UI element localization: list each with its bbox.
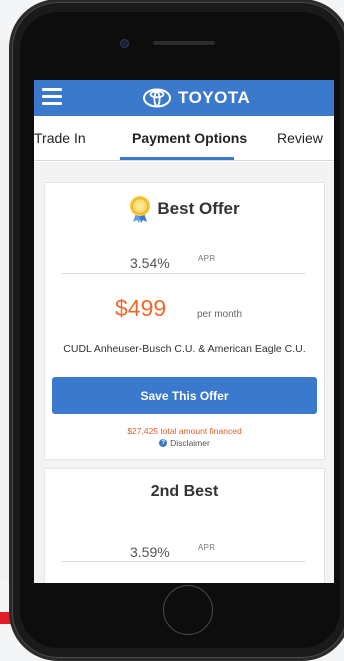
best-offer-heading: Best Offer — [45, 195, 324, 223]
disclaimer-label: Disclaimer — [170, 438, 210, 448]
tab-payment-options[interactable]: Payment Options — [132, 130, 247, 146]
tab-bar: Trade In Payment Options Review — [34, 116, 334, 161]
second-offer-card: 2nd Best 3.59% APR — [44, 468, 325, 583]
best-offer-rate-value: 3.54% — [130, 255, 170, 271]
second-offer-rate-unit: APR — [198, 543, 216, 552]
earpiece-speaker — [153, 41, 215, 45]
best-offer-card: Best Offer 3.54% APR $499 per month CUDL… — [44, 182, 325, 460]
best-offer-rate-unit: APR — [198, 254, 216, 263]
brand: TOYOTA — [142, 87, 250, 109]
price-period: per month — [197, 309, 243, 320]
medal-icon — [130, 196, 151, 223]
offers-list[interactable]: Best Offer 3.54% APR $499 per month CUDL… — [34, 162, 334, 583]
best-offer-title: Best Offer — [157, 199, 240, 218]
tab-trade-in[interactable]: Trade In — [34, 130, 86, 146]
lender-name: CUDL Anheuser-Busch C.U. & American Eagl… — [63, 343, 306, 355]
question-circle-icon: ? — [159, 439, 168, 447]
second-offer-rate: 3.59% APR — [45, 542, 324, 562]
disclaimer-link[interactable]: ? Disclaimer — [45, 438, 324, 448]
second-offer-title: 2nd Best — [150, 483, 219, 500]
hamburger-menu-icon[interactable] — [42, 88, 62, 106]
app-header: TOYOTA — [34, 80, 334, 116]
rate-divider — [62, 273, 305, 274]
active-tab-indicator — [120, 157, 234, 160]
tab-review[interactable]: Review — [277, 130, 323, 146]
save-offer-button[interactable]: Save This Offer — [52, 377, 317, 414]
monthly-price: $499 — [115, 295, 167, 321]
rate-divider — [62, 561, 305, 562]
toyota-logo-icon — [143, 88, 171, 108]
app-screen: TOYOTA Trade In Payment Options Review B… — [34, 80, 334, 583]
home-button[interactable] — [163, 585, 213, 635]
amount-financed: $27,425 total amount financed — [127, 426, 242, 436]
best-offer-rate: 3.54% APR — [45, 253, 324, 273]
second-offer-rate-value: 3.59% — [130, 544, 170, 560]
brand-name: TOYOTA — [178, 88, 251, 107]
front-camera — [121, 40, 128, 47]
